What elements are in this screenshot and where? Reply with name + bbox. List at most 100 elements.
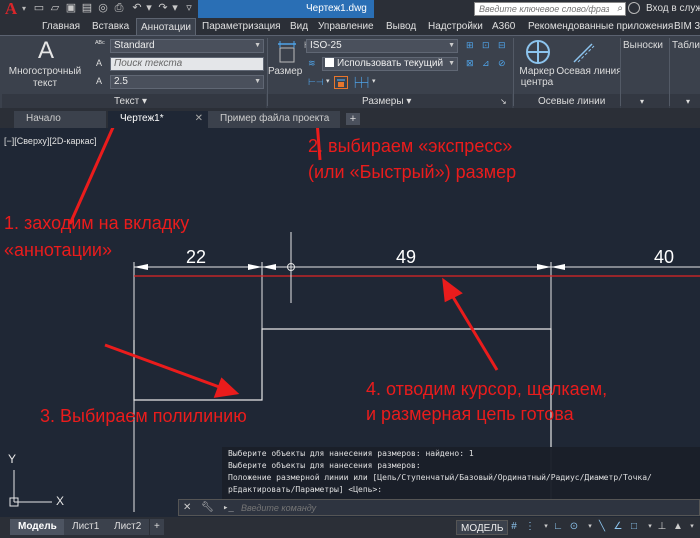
snap-icon[interactable]: ⋮: [524, 521, 536, 533]
tab-home[interactable]: Главная: [42, 18, 80, 35]
dim-space-icon[interactable]: ⊠: [466, 57, 474, 69]
centerline-label[interactable]: Осевая линия: [556, 66, 622, 77]
dimension-text-40[interactable]: 40: [654, 247, 674, 268]
center-mark-icon[interactable]: [526, 40, 550, 64]
tab-output[interactable]: Вывод: [386, 18, 416, 35]
mtext-button-label[interactable]: Многострочный текст: [8, 66, 82, 90]
chevron-down-icon[interactable]: ▾: [686, 521, 698, 533]
command-input[interactable]: [241, 501, 541, 515]
leaders-panel[interactable]: Выноски: [623, 40, 663, 51]
annotation-visibility-icon[interactable]: ▲: [672, 521, 684, 533]
app-menu-chevron-icon[interactable]: ▾: [22, 0, 30, 18]
find-text-icon: A: [96, 58, 103, 68]
login-link[interactable]: Вход в службы: [646, 0, 700, 18]
customize-toolbar-icon[interactable]: ▿: [182, 2, 196, 15]
redo-dropdown-icon[interactable]: ▾: [168, 2, 182, 15]
isodraft-icon[interactable]: ╲: [596, 521, 608, 533]
dim-oblique-icon[interactable]: ⊘: [498, 57, 506, 69]
print-icon[interactable]: ⎙: [112, 2, 126, 15]
search-icon[interactable]: ⌕: [617, 3, 623, 15]
tab-insert[interactable]: Вставка: [92, 18, 129, 35]
doc-tab-start[interactable]: Начало: [14, 111, 106, 128]
find-text-field[interactable]: Поиск текста: [110, 57, 264, 71]
web-icon[interactable]: ◎: [96, 2, 110, 15]
center-mark-label[interactable]: Маркер центра: [516, 66, 558, 88]
dim-jog-icon[interactable]: ⊿: [482, 57, 490, 69]
annotation-scale-icon[interactable]: ⊥: [656, 521, 668, 533]
dimension-icon[interactable]: [276, 40, 298, 64]
chevron-down-icon[interactable]: ▾: [686, 96, 690, 108]
command-prompt-icon[interactable]: ▸_: [223, 502, 234, 514]
text-panel-title[interactable]: Текст ▾: [114, 96, 147, 108]
step3: 3. Выбираем полилинию: [40, 406, 247, 426]
grid-icon[interactable]: #: [508, 521, 520, 533]
dim-arrow: [248, 264, 262, 270]
chevron-down-icon[interactable]: ▾: [644, 521, 656, 533]
osnap-icon[interactable]: □: [628, 521, 640, 533]
save-as-icon[interactable]: ▤: [80, 2, 94, 15]
close-icon[interactable]: ✕: [195, 111, 203, 126]
wrench-icon[interactable]: 🔧︎: [201, 502, 214, 514]
doc-tab-label: Чертеж1*: [120, 113, 164, 124]
tab-manage[interactable]: Управление: [318, 18, 374, 35]
search-box[interactable]: ⌕: [474, 2, 626, 16]
new-file-icon[interactable]: ▭: [32, 2, 46, 15]
doc-tab-sample-project[interactable]: Пример файла проекта: [208, 111, 340, 128]
dim-update-icon[interactable]: ⊟: [498, 39, 506, 51]
dimstyle-select[interactable]: ISO-25 ▼: [306, 39, 458, 53]
quick-dimension-icon[interactable]: [334, 76, 348, 89]
layout-tab-model[interactable]: Модель: [10, 519, 65, 535]
new-tab-button[interactable]: +: [346, 113, 360, 125]
ribbon-tabs: Главная Вставка Аннотации Параметризация…: [0, 18, 700, 35]
chevron-down-icon[interactable]: ▾: [584, 521, 596, 533]
dimension-text-22[interactable]: 22: [186, 247, 206, 268]
viewport-controls[interactable]: [−][Сверху][2D-каркас]: [4, 136, 97, 146]
linear-dim-icon[interactable]: ⊢⊣: [308, 76, 324, 88]
tab-a360[interactable]: A360: [492, 18, 515, 35]
layout-tab-sheet2[interactable]: Лист2: [106, 519, 150, 535]
text-height-select[interactable]: 2.5 ▼: [110, 75, 264, 89]
chevron-down-icon[interactable]: ▾: [540, 521, 552, 533]
continue-dim-dropdown-icon[interactable]: ▾: [372, 76, 376, 88]
leaders-panel-titlebar[interactable]: [621, 94, 669, 108]
dimlayer-select[interactable]: Использовать текущий ▼: [322, 57, 458, 71]
dim-inspect-icon[interactable]: ⊡: [482, 39, 490, 51]
tables-panel-titlebar[interactable]: [670, 94, 700, 108]
close-icon[interactable]: ✕: [183, 502, 191, 514]
chevron-down-icon[interactable]: ▾: [640, 96, 644, 108]
tables-panel[interactable]: Таблицы: [672, 40, 700, 51]
add-layout-button[interactable]: +: [150, 519, 164, 535]
layout-tab-sheet1[interactable]: Лист1: [64, 519, 108, 535]
continue-dim-icon[interactable]: ├┼┤: [352, 76, 371, 88]
ucs-icon: [9, 470, 52, 507]
user-icon[interactable]: [628, 2, 640, 14]
linear-dim-dropdown-icon[interactable]: ▾: [326, 76, 330, 88]
tab-featured-apps[interactable]: Рекомендованные приложения: [528, 18, 673, 35]
tab-view[interactable]: Вид: [290, 18, 308, 35]
dimension-text-49[interactable]: 49: [396, 247, 416, 268]
mtext-icon[interactable]: A: [38, 38, 60, 64]
dimensions-panel-launcher-icon[interactable]: ↘: [500, 96, 507, 108]
tab-annotate[interactable]: Аннотации: [136, 18, 196, 35]
command-line[interactable]: ✕ 🔧︎ ▸_: [178, 499, 700, 516]
text-style-select[interactable]: Standard ▼: [110, 39, 264, 53]
dimensions-panel-title[interactable]: Размеры ▾: [362, 96, 411, 108]
centerline-icon[interactable]: [572, 40, 596, 64]
doc-tab-drawing1[interactable]: Чертеж1* ✕: [108, 111, 208, 128]
step2-line2: (или «Быстрый») размер: [308, 162, 517, 182]
autocad-logo-button[interactable]: A: [0, 0, 22, 18]
open-file-icon[interactable]: ▱: [48, 2, 62, 15]
centerlines-panel-title[interactable]: Осевые линии: [538, 96, 605, 108]
polar-icon[interactable]: ⊙: [568, 521, 580, 533]
save-icon[interactable]: ▣: [64, 2, 78, 15]
tab-addins[interactable]: Надстройки: [428, 18, 483, 35]
model-space-button[interactable]: МОДЕЛЬ: [456, 520, 509, 535]
tab-parametric[interactable]: Параметризация: [202, 18, 281, 35]
osnap-tracking-icon[interactable]: ∠: [612, 521, 624, 533]
dimension-button-label[interactable]: Размер: [268, 66, 302, 78]
undo-dropdown-icon[interactable]: ▾: [142, 2, 156, 15]
tab-bim360[interactable]: BIM 360: [674, 18, 700, 35]
dim-break-icon[interactable]: ⊞: [466, 39, 474, 51]
ortho-icon[interactable]: ∟: [552, 521, 564, 533]
search-input[interactable]: [479, 3, 609, 15]
